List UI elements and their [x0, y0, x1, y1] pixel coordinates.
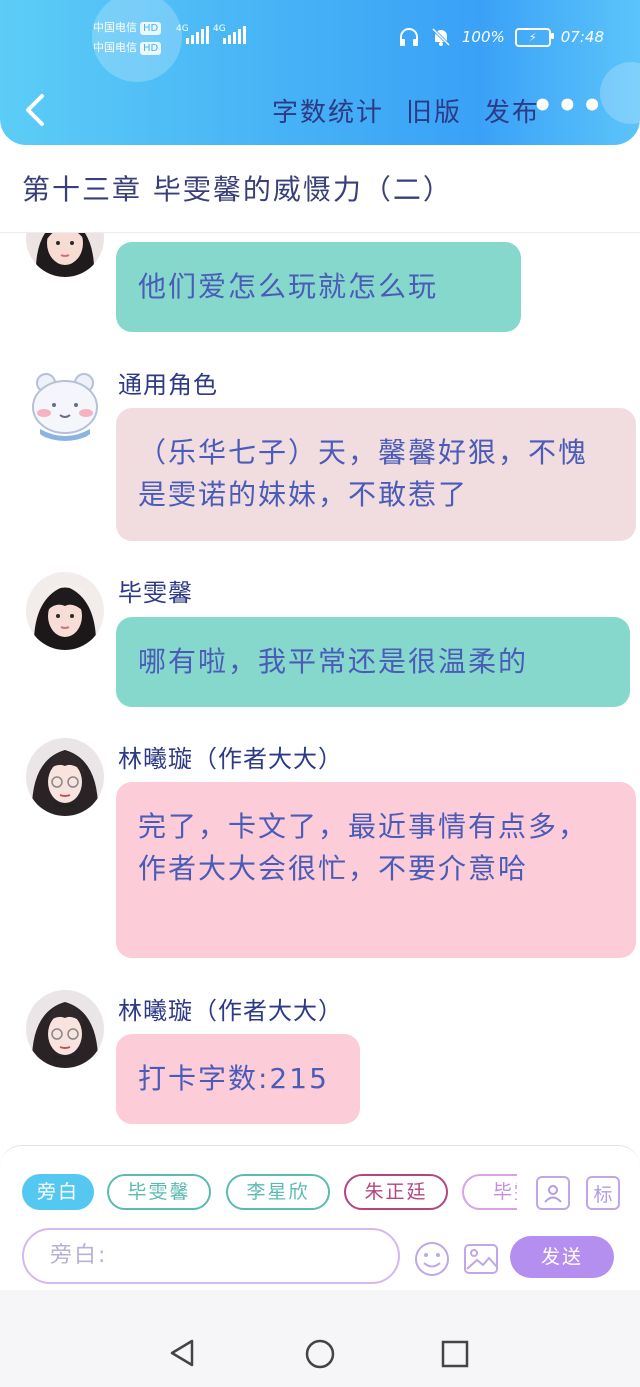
- battery-icon: ⚡: [514, 27, 554, 47]
- decor-bubble: [600, 62, 640, 124]
- signal-icon: [186, 26, 209, 44]
- status-right: 100% ⚡ 07:48: [398, 26, 604, 48]
- message-bubble[interactable]: 哪有啦，我平常还是很温柔的: [116, 617, 630, 707]
- avatar[interactable]: [26, 365, 104, 443]
- nav-home-icon[interactable]: [304, 1338, 336, 1370]
- message-bubble[interactable]: （乐华七子）天，馨馨好狠，不愧是雯诺的妹妹，不敢惹了: [116, 408, 636, 541]
- bell-muted-icon: [431, 27, 450, 47]
- image-icon[interactable]: [462, 1240, 500, 1278]
- avatar[interactable]: [26, 572, 104, 650]
- character-button[interactable]: [536, 1176, 570, 1210]
- carrier-name: 中国电信: [93, 41, 137, 54]
- role-chip[interactable]: 毕雯: [462, 1174, 517, 1210]
- role-chip-narrator[interactable]: 旁白: [22, 1174, 94, 1210]
- status-bar: 中国电信 HD 中国电信 HD 4G 4G 100% ⚡ 07:48: [0, 21, 640, 58]
- chat-area[interactable]: 他们爱怎么玩就怎么玩 通用角色 （乐华七子）天，馨馨好狠，不愧是雯诺的妹妹，不敢…: [0, 233, 640, 1145]
- girl-avatar-icon: [26, 572, 104, 650]
- girl-avatar-icon: [26, 738, 104, 816]
- message-text: 打卡字数:215: [138, 1062, 329, 1095]
- avatar[interactable]: [26, 738, 104, 816]
- chapter-title[interactable]: 第十三章 毕雯馨的威慑力（二）: [22, 168, 453, 208]
- composer: 旁白 毕雯馨 李星欣 朱正廷 毕雯 标 旁白: 发送: [0, 1145, 640, 1291]
- message-text: 他们爱怎么玩就怎么玩: [138, 270, 439, 303]
- role-chip[interactable]: 毕雯馨: [107, 1174, 211, 1210]
- message-bubble[interactable]: 完了，卡文了，最近事情有点多，作者大大会很忙，不要介意哈: [116, 782, 636, 958]
- clock: 07:48: [560, 28, 604, 46]
- hd-badge: HD: [140, 42, 162, 55]
- carrier-name: 中国电信: [93, 21, 137, 34]
- girl-avatar-icon: [26, 233, 104, 277]
- app-header: 中国电信 HD 中国电信 HD 4G 4G 100% ⚡ 07:48 字数统计 …: [0, 0, 640, 145]
- send-button[interactable]: 发送: [510, 1236, 614, 1278]
- speaker-name: 林曦璇（作者大大）: [118, 745, 343, 773]
- nav-recents-icon[interactable]: [441, 1340, 469, 1368]
- role-chip[interactable]: 李星欣: [226, 1174, 330, 1210]
- chevron-left-icon: [26, 94, 44, 126]
- battery-percent: 100%: [461, 28, 505, 46]
- speaker-name: 林曦璇（作者大大）: [118, 997, 343, 1025]
- speaker-name: 毕雯馨: [118, 579, 193, 607]
- nav-back-icon[interactable]: [168, 1338, 198, 1368]
- girl-avatar-icon: [26, 990, 104, 1068]
- avatar[interactable]: [26, 233, 104, 277]
- message-bubble[interactable]: 打卡字数:215: [116, 1034, 360, 1124]
- signal-icon: [223, 26, 246, 44]
- message-text: （乐华七子）天，馨馨好狠，不愧是雯诺的妹妹，不敢惹了: [138, 436, 589, 511]
- carrier-info: 中国电信 HD 中国电信 HD: [93, 18, 162, 58]
- avatar[interactable]: [26, 990, 104, 1068]
- speaker-name: 通用角色: [118, 371, 218, 399]
- person-icon: [544, 1185, 562, 1203]
- hd-badge: HD: [140, 22, 162, 35]
- role-chip[interactable]: 朱正廷: [344, 1174, 448, 1210]
- old-version-button[interactable]: 旧版: [406, 92, 462, 129]
- message-bubble[interactable]: 他们爱怎么玩就怎么玩: [116, 242, 521, 332]
- bear-avatar-icon: [26, 365, 104, 443]
- message-input[interactable]: 旁白:: [22, 1228, 400, 1284]
- back-button[interactable]: [20, 90, 60, 134]
- role-selector[interactable]: 旁白 毕雯馨 李星欣 朱正廷 毕雯: [22, 1174, 517, 1216]
- word-count-button[interactable]: 字数统计: [272, 92, 384, 129]
- message-text: 完了，卡文了，最近事情有点多，作者大大会很忙，不要介意哈: [138, 810, 589, 885]
- more-button[interactable]: •••: [532, 86, 606, 126]
- system-navigation-bar: [0, 1290, 640, 1387]
- header-actions: 字数统计 旧版 发布: [272, 92, 540, 129]
- headphones-icon: [399, 28, 418, 46]
- message-text: 哪有啦，我平常还是很温柔的: [138, 645, 529, 678]
- tag-button[interactable]: 标: [586, 1176, 620, 1210]
- emoji-icon[interactable]: [413, 1240, 451, 1278]
